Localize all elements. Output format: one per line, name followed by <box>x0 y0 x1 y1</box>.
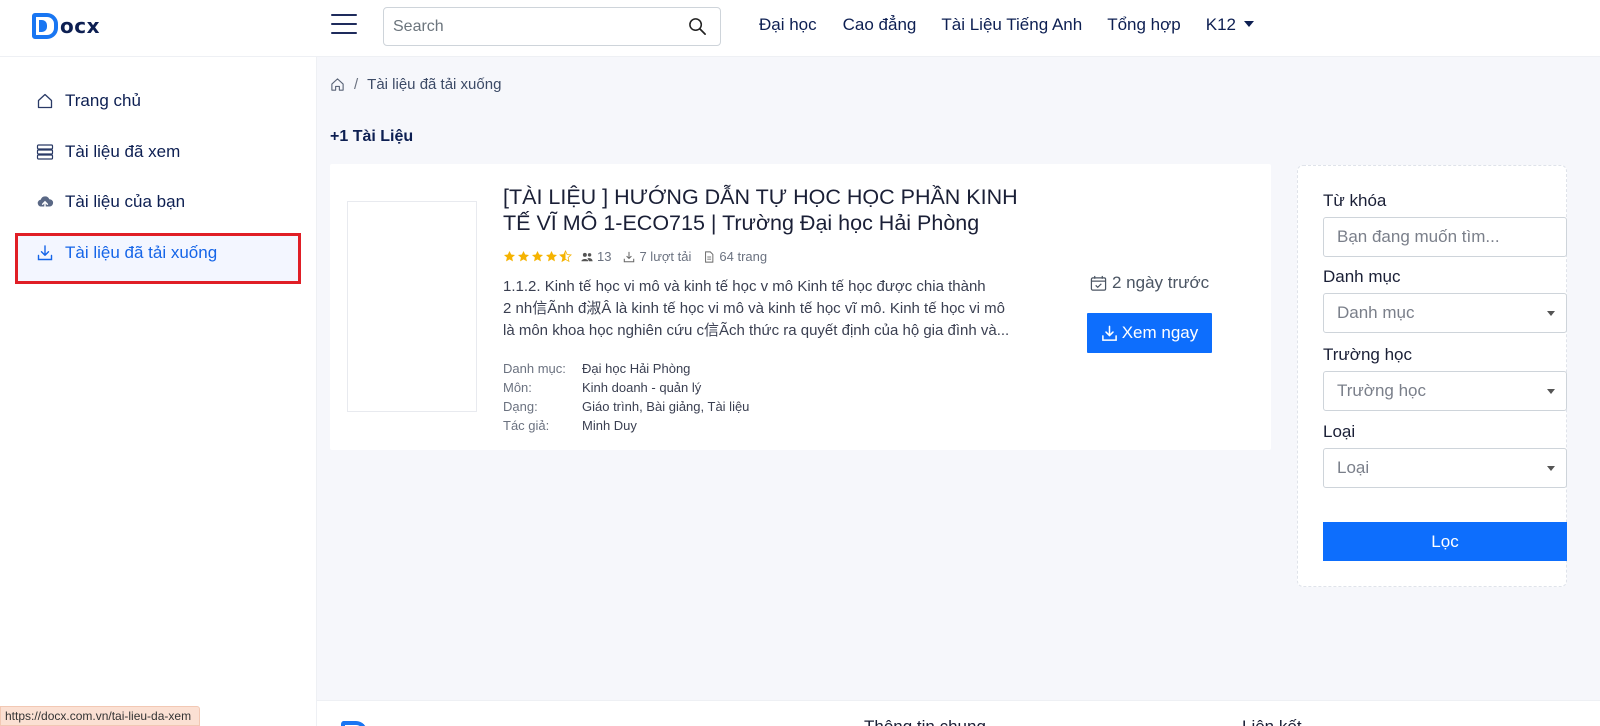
category-select[interactable]: Danh mục <box>1323 293 1567 333</box>
detail-value: Giáo trình, Bài giảng, Tài liệu <box>582 399 750 414</box>
download-small-icon <box>624 251 635 262</box>
chevron-down-icon <box>1547 311 1555 316</box>
star-icon <box>531 250 544 262</box>
breadcrumb-home-icon[interactable] <box>330 77 345 92</box>
home-icon <box>37 93 53 109</box>
calendar-check-icon <box>1090 275 1107 291</box>
type-select[interactable]: Loại <box>1323 448 1567 488</box>
detail-key: Dạng: <box>503 399 538 414</box>
chevron-down-icon <box>1547 389 1555 394</box>
nav-tai-lieu-tieng-anh[interactable]: Tài Liệu Tiếng Anh <box>941 15 1082 35</box>
nav-k12-label: K12 <box>1205 15 1236 34</box>
view-now-label: Xem ngay <box>1121 323 1199 342</box>
filter-panel: Từ khóa Danh mục Danh mục Trường học Trư… <box>1297 165 1567 587</box>
detail-row: Dạng: Giáo trình, Bài giảng, Tài liệu <box>503 397 749 416</box>
school-select[interactable]: Trường học <box>1323 371 1567 411</box>
footer-heading-links: Liên kết <box>1242 717 1302 726</box>
detail-value: Đại học Hải Phòng <box>582 361 691 376</box>
star-icon <box>545 250 558 262</box>
detail-value: Minh Duy <box>582 418 637 433</box>
result-count: +1 Tài Liệu <box>330 128 414 145</box>
sidebar-item-label: Trang chủ <box>65 91 141 110</box>
type-select-value: Loại <box>1337 458 1370 477</box>
time-text: 2 ngày trước <box>1112 273 1210 292</box>
nav-cao-dang[interactable]: Cao đẳng <box>843 15 917 35</box>
search-input[interactable] <box>384 8 664 45</box>
document-thumbnail[interactable] <box>347 201 477 412</box>
keyword-input[interactable] <box>1323 217 1567 257</box>
file-icon <box>705 250 714 263</box>
document-time: 2 ngày trước <box>1090 273 1209 293</box>
status-bar-url: https://docx.com.vn/tai-lieu-da-xem <box>0 706 201 726</box>
document-details: Danh mục: Đại học Hải Phòng Môn: Kinh doan… <box>503 359 749 435</box>
document-card: [TÀI LIỆU ] HƯỚNG DẪN TỰ HỌC HỌC PHẦN KI… <box>330 164 1271 450</box>
document-title[interactable]: [TÀI LIỆU ] HƯỚNG DẪN TỰ HỌC HỌC PHẦN KI… <box>503 184 1023 236</box>
sidebar-item-label: Tài liệu của bạn <box>65 192 186 211</box>
search-icon[interactable] <box>688 17 707 36</box>
download-icon <box>37 245 53 261</box>
document-description: 1.1.2. Kinh tế học vi mô và kinh tế học … <box>503 276 1031 342</box>
sidebar-item-label: Tài liệu đã xem <box>65 142 181 161</box>
detail-key: Danh mục: <box>503 361 566 376</box>
rating-users-count: 13 <box>597 249 612 264</box>
breadcrumb-current: Tài liệu đã tải xuống <box>367 76 502 93</box>
breadcrumb: / Tài liệu đã tải xuống <box>330 76 501 93</box>
cloud-upload-icon <box>37 196 54 210</box>
breadcrumb-separator: / <box>354 76 359 93</box>
list-icon <box>36 144 54 160</box>
download-count: 7 lượt tải <box>623 249 691 264</box>
sidebar-item-downloaded[interactable]: Tài liệu đã tải xuống <box>36 241 217 265</box>
category-label: Danh mục <box>1323 267 1401 286</box>
detail-key: Tác giả: <box>503 418 550 433</box>
sidebar-item-home[interactable]: Trang chủ <box>36 89 141 113</box>
footer: Thông tin chung Liên kết <box>317 700 1600 726</box>
category-select-value: Danh mục <box>1337 303 1415 322</box>
school-label: Trường học <box>1323 345 1412 364</box>
detail-row: Môn: Kinh doanh - quản lý <box>503 378 749 397</box>
nav-tong-hop[interactable]: Tổng hợp <box>1107 15 1181 35</box>
school-select-value: Trường học <box>1337 381 1426 400</box>
star-icon <box>517 250 530 262</box>
keyword-label: Từ khóa <box>1323 191 1387 210</box>
star-icon <box>503 250 516 262</box>
search-box <box>383 7 721 46</box>
rating-users: 13 <box>581 249 611 264</box>
sidebar: Trang chủ Tài liệu đã xem Tài liệu của b… <box>0 57 317 726</box>
logo-text: ocx <box>60 14 100 38</box>
detail-row: Tác giả: Minh Duy <box>503 416 749 435</box>
filter-submit-button[interactable]: Lọc <box>1323 522 1567 561</box>
page-count: 64 trang <box>703 249 767 264</box>
page-count-text: 64 trang <box>719 249 768 264</box>
sidebar-item-label: Tài liệu đã tải xuống <box>65 243 218 262</box>
nav-k12-dropdown[interactable]: K12 <box>1206 15 1254 35</box>
users-icon <box>581 252 593 261</box>
logo-mark-icon <box>32 13 58 39</box>
top-header: ocx Đại học Cao đẳng Tài Liệu Tiếng Anh … <box>0 0 1600 57</box>
half-star-icon <box>559 250 572 263</box>
footer-logo-icon <box>341 721 367 726</box>
description-line: 2 nh信Ãnh đ淑Â là kinh tế học vi mô và kin… <box>503 300 1005 317</box>
detail-key: Môn: <box>503 380 532 395</box>
nav-dai-hoc[interactable]: Đại học <box>759 15 817 35</box>
download-count-text: 7 lượt tải <box>639 249 692 264</box>
menu-toggle-icon[interactable] <box>331 14 357 36</box>
type-label: Loại <box>1323 422 1356 441</box>
docx-logo[interactable]: ocx <box>32 12 100 40</box>
description-line: là môn khoa học nghiên cứu c信Ãch thức ra… <box>503 322 1010 339</box>
document-meta: 13 7 lượt tải 64 trang <box>503 249 779 264</box>
detail-row: Danh mục: Đại học Hải Phòng <box>503 359 749 378</box>
description-line: 1.1.2. Kinh tế học vi mô và kinh tế học … <box>503 278 986 295</box>
chevron-down-icon <box>1547 466 1555 471</box>
main-nav: Đại học Cao đẳng Tài Liệu Tiếng Anh Tổng… <box>759 15 1254 35</box>
sidebar-item-your-docs[interactable]: Tài liệu của bạn <box>36 190 185 214</box>
download-icon <box>1101 325 1117 341</box>
sidebar-item-viewed[interactable]: Tài liệu đã xem <box>36 140 180 164</box>
detail-value: Kinh doanh - quản lý <box>582 380 702 395</box>
footer-heading-info: Thông tin chung <box>864 717 986 726</box>
view-now-button[interactable]: Xem ngay <box>1087 313 1212 353</box>
caret-down-icon <box>1243 20 1254 27</box>
rating-stars <box>503 250 573 263</box>
